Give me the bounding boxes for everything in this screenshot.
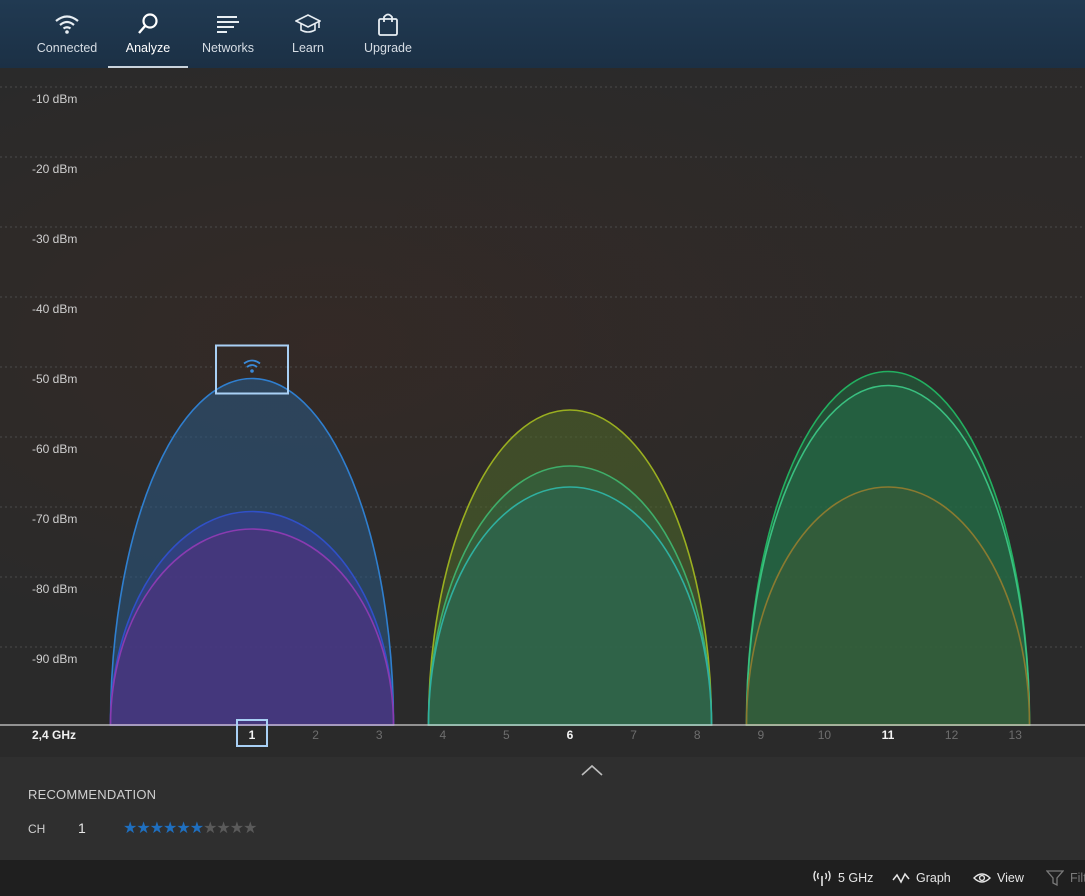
- star-filled-icon: ★: [123, 820, 137, 837]
- view-button[interactable]: View: [973, 860, 1024, 896]
- x-tick-label[interactable]: 3: [376, 728, 383, 742]
- view-label: View: [997, 871, 1024, 885]
- filter-icon: [1046, 870, 1064, 886]
- band-5ghz-button[interactable]: 5 GHz: [812, 860, 873, 896]
- graph-label: Graph: [916, 871, 951, 885]
- graph-line-icon: [892, 871, 910, 885]
- status-bar: 5 GHz Graph View Filter: [0, 860, 1085, 896]
- x-tick-label[interactable]: 7: [630, 728, 637, 742]
- filter-button[interactable]: Filter: [1046, 860, 1085, 896]
- nav-label: Networks: [201, 41, 255, 55]
- star-filled-icon: ★: [136, 820, 150, 837]
- wifi-dot: [250, 369, 254, 373]
- x-tick-label[interactable]: 4: [439, 728, 446, 742]
- wifi-arc: [243, 359, 261, 365]
- nav-label: Upgrade: [364, 41, 412, 55]
- y-tick-label: -70 dBm: [32, 512, 77, 526]
- graduation-cap-icon: [295, 12, 321, 36]
- recommendation-panel: RECOMMENDATION CH 1 ★★★★★★★★★★: [0, 757, 1085, 860]
- nav-networks[interactable]: Networks: [188, 0, 268, 68]
- recommendation-rating-stars: ★★★★★★★★★★: [123, 818, 257, 838]
- antenna-icon: [812, 870, 832, 886]
- star-filled-icon: ★: [176, 820, 190, 837]
- x-tick-label[interactable]: 9: [757, 728, 764, 742]
- eye-icon: [973, 871, 991, 885]
- wifi-icon: [54, 12, 80, 36]
- star-empty-icon: ★: [203, 820, 217, 837]
- band-5ghz-label: 5 GHz: [838, 871, 874, 885]
- y-tick-label: -60 dBm: [32, 442, 77, 456]
- x-tick-label[interactable]: 8: [694, 728, 701, 742]
- nav-label: Analyze: [125, 41, 171, 55]
- y-tick-label: -90 dBm: [32, 652, 77, 666]
- y-tick-label: -30 dBm: [32, 232, 77, 246]
- x-tick-label[interactable]: 10: [818, 728, 832, 742]
- filter-label: Filter: [1070, 871, 1085, 885]
- x-tick-label[interactable]: 2: [312, 728, 319, 742]
- y-tick-label: -80 dBm: [32, 582, 77, 596]
- band-label: 2,4 GHz: [32, 728, 76, 742]
- graph-button[interactable]: Graph: [892, 860, 951, 896]
- y-tick-label: -50 dBm: [32, 372, 77, 386]
- nav-label: Learn: [292, 41, 324, 55]
- nav-learn[interactable]: Learn: [268, 0, 348, 68]
- star-filled-icon: ★: [189, 820, 204, 837]
- top-navigation: Connected Analyze Networks Learn Upgrade: [0, 0, 1085, 68]
- x-tick-label[interactable]: 12: [945, 728, 959, 742]
- star-filled-icon: ★: [149, 820, 164, 837]
- shopping-bag-icon: [375, 12, 401, 36]
- nav-connected[interactable]: Connected: [27, 0, 107, 68]
- x-tick-label[interactable]: 5: [503, 728, 510, 742]
- nav-upgrade[interactable]: Upgrade: [348, 0, 428, 68]
- chevron-up-icon[interactable]: [580, 763, 604, 777]
- x-tick-label[interactable]: 1: [249, 728, 256, 742]
- nav-analyze[interactable]: Analyze: [108, 0, 188, 68]
- y-tick-label: -20 dBm: [32, 162, 77, 176]
- y-tick-label: -10 dBm: [32, 92, 77, 106]
- x-tick-label[interactable]: 11: [882, 728, 895, 742]
- channel-chart: -10 dBm -20 dBm -30 dBm -40 dBm -50 dBm -60 d…: [0, 68, 1085, 757]
- nav-label: Connected: [36, 41, 98, 55]
- star-empty-icon: ★: [229, 820, 244, 837]
- y-tick-label: -40 dBm: [32, 302, 77, 316]
- recommendation-channel-value: 1: [78, 820, 86, 836]
- star-empty-icon: ★: [216, 820, 230, 837]
- star-empty-icon: ★: [243, 820, 257, 837]
- recommendation-title: RECOMMENDATION: [28, 787, 157, 802]
- x-tick-label[interactable]: 6: [567, 728, 574, 742]
- star-filled-icon: ★: [163, 820, 177, 837]
- networks-list-icon: [215, 12, 241, 36]
- channel-chart-svg: -10 dBm -20 dBm -30 dBm -40 dBm -50 dBm -60 d…: [0, 86, 1085, 747]
- magnifier-icon: [135, 12, 161, 36]
- x-tick-label[interactable]: 13: [1009, 728, 1023, 742]
- recommendation-channel-label: CH: [28, 822, 46, 836]
